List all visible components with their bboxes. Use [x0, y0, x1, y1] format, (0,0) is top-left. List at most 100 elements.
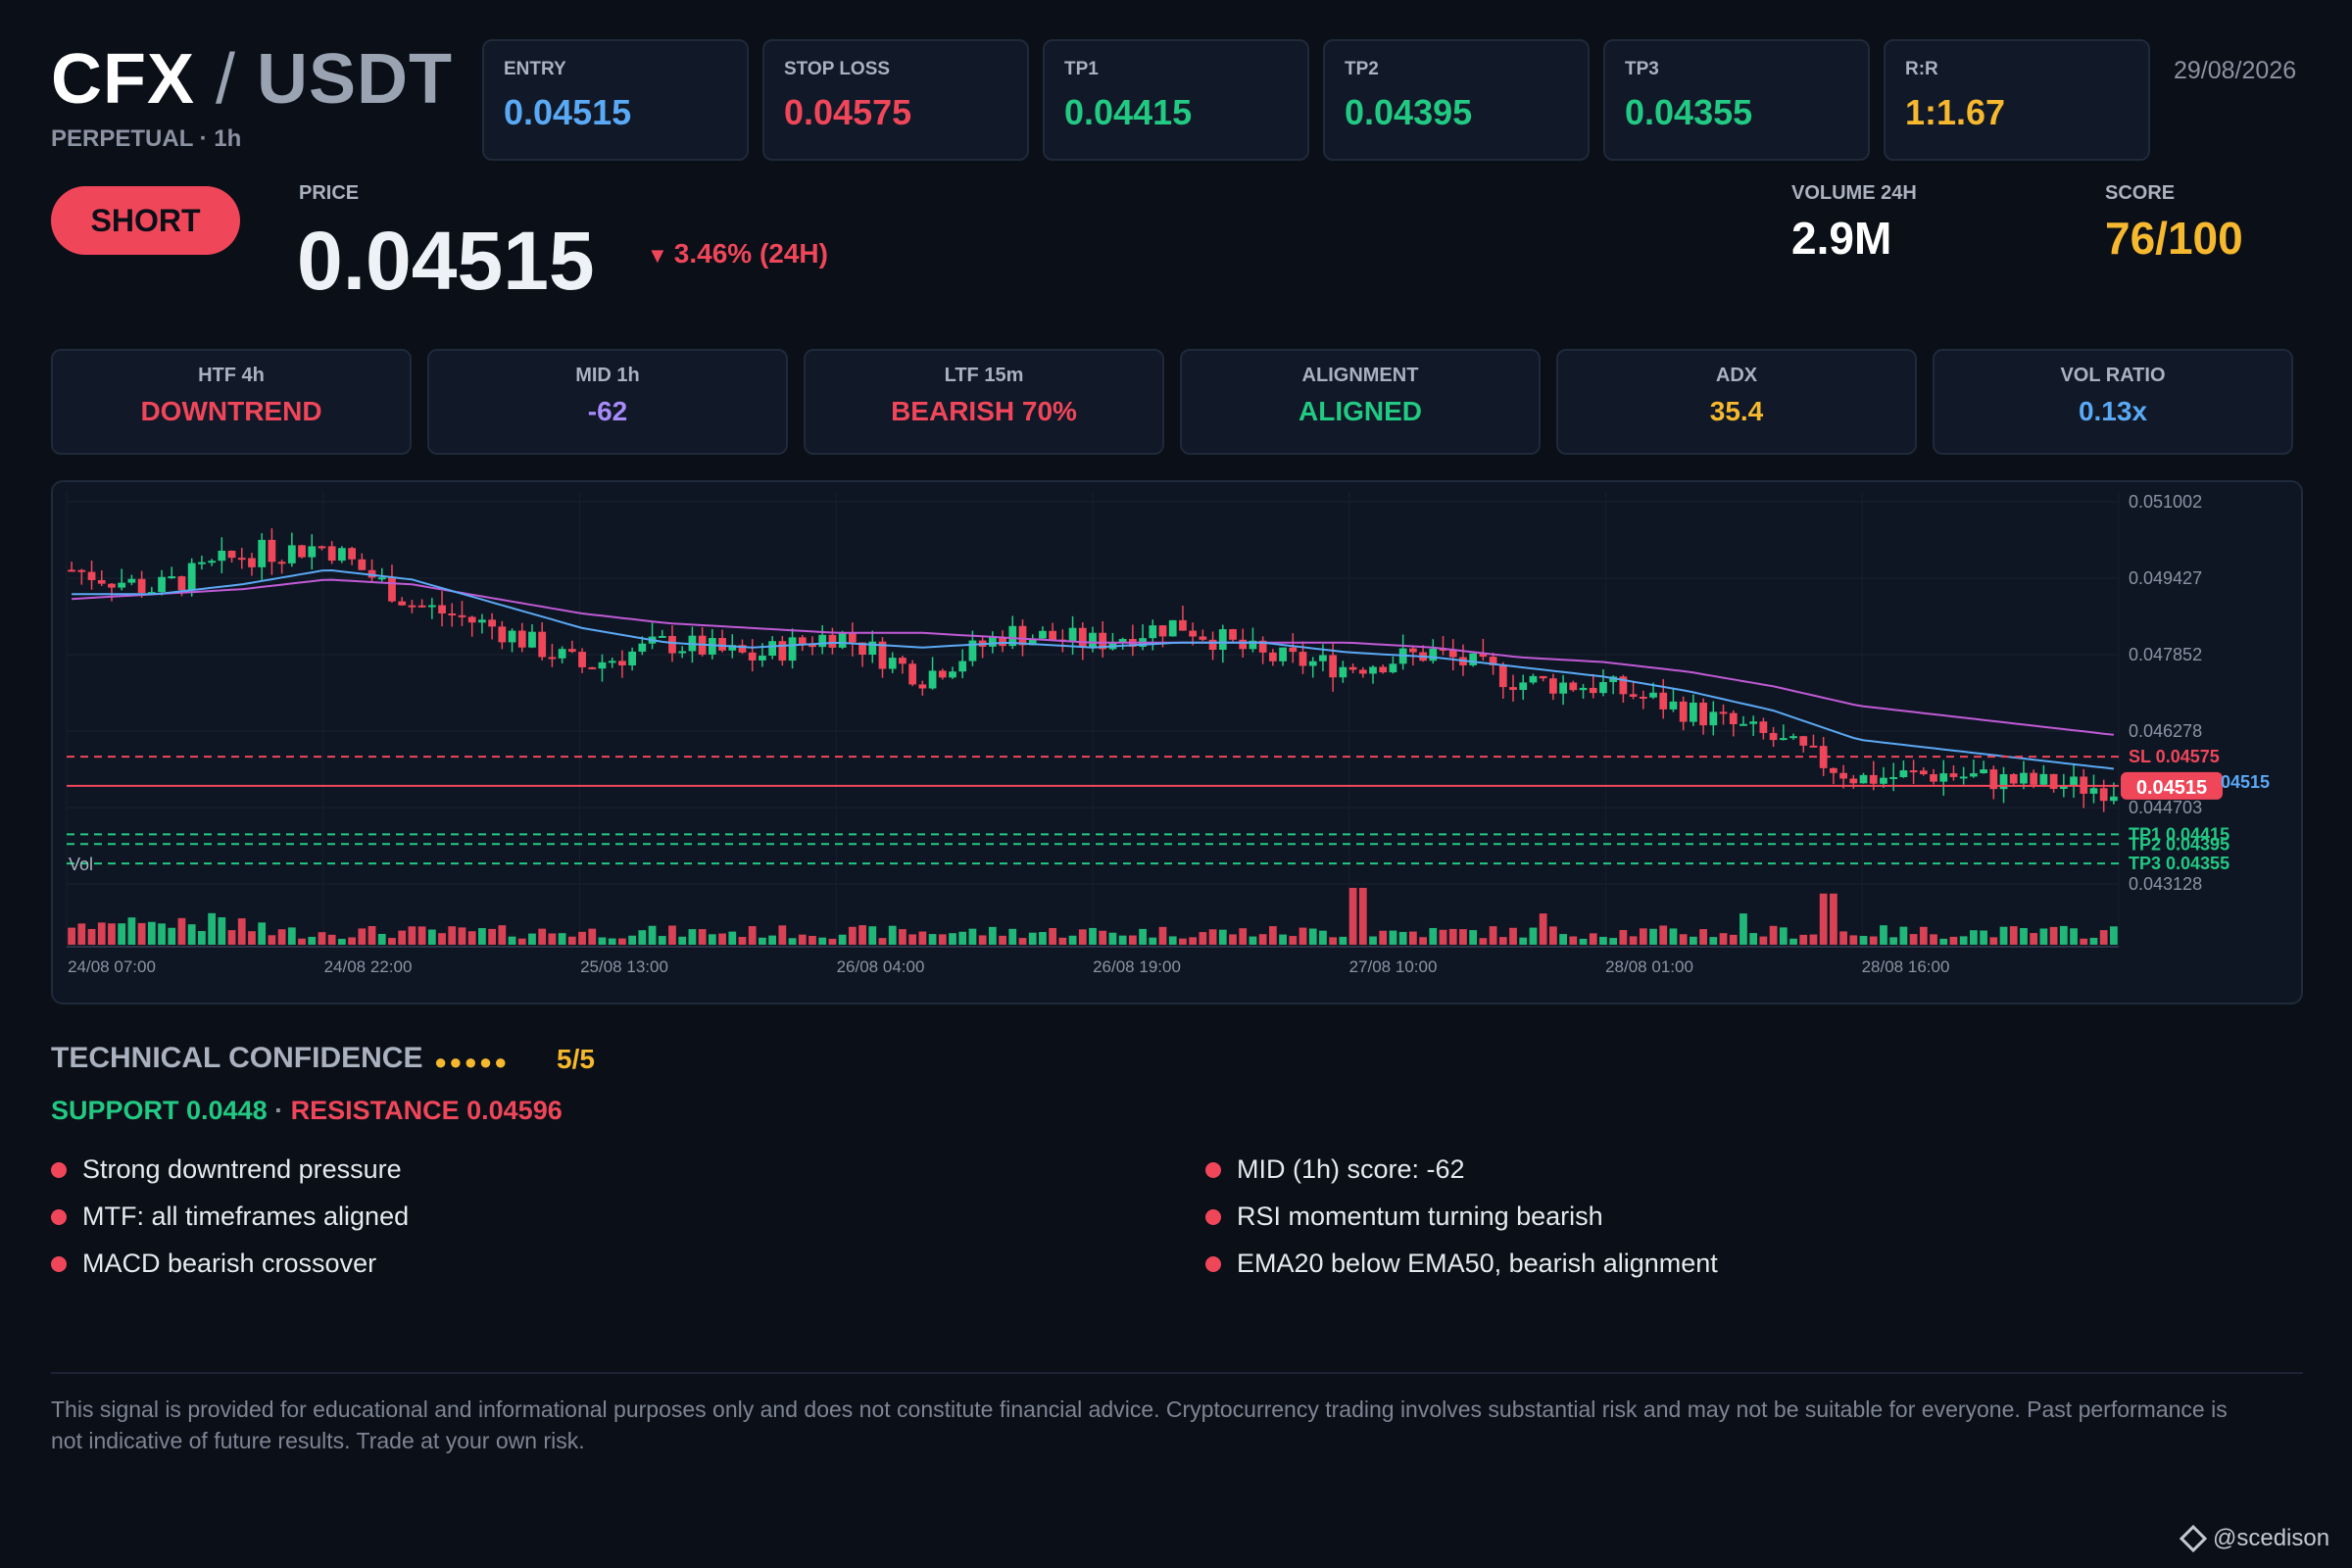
volume-bar	[1959, 936, 1968, 945]
volume-bar	[1709, 937, 1718, 945]
candle-body	[187, 563, 196, 591]
candle-body	[1408, 648, 1417, 653]
volume-bar	[1589, 933, 1597, 945]
candle-body	[1158, 625, 1167, 637]
volume-bar	[1679, 934, 1688, 945]
volume-bar	[1099, 930, 1107, 945]
candle-body	[888, 658, 897, 669]
volume-bar	[1939, 938, 1948, 945]
volume-bar	[227, 930, 236, 945]
indicator-mid: MID 1h -62	[427, 349, 788, 455]
candle-body	[1319, 655, 1327, 662]
bullet-icon	[51, 1255, 67, 1272]
candle-body	[1369, 666, 1377, 674]
candle-body	[1679, 701, 1688, 722]
brand-logo-icon	[2179, 1524, 2208, 1553]
volume-bar	[648, 925, 657, 945]
volume-bar	[1839, 931, 1847, 945]
volume-bar	[1068, 935, 1077, 945]
volume-bar	[118, 923, 126, 945]
volume-bar	[208, 912, 216, 945]
candle-body	[548, 657, 557, 660]
reason-item: EMA20 below EMA50, bearish alignment	[1205, 1249, 1718, 1279]
volume-bar	[958, 931, 967, 945]
candle-body	[778, 641, 787, 662]
volume-bar	[1439, 929, 1447, 945]
volume-bar	[708, 934, 716, 945]
candle-body	[1779, 738, 1788, 741]
candle-body	[528, 631, 536, 648]
volume-bar	[1930, 934, 1937, 945]
price-tick-label: 0.051002	[2129, 492, 2202, 512]
volume-bar	[978, 935, 987, 945]
bullet-icon	[51, 1208, 67, 1225]
candle-body	[1859, 774, 1868, 784]
candle-body	[1830, 767, 1838, 773]
volume-bar	[588, 928, 597, 945]
volume-bar	[1880, 925, 1887, 945]
candle-body	[1669, 701, 1678, 710]
volume-bar	[1609, 938, 1618, 945]
volume-bar	[237, 918, 246, 945]
candle-body	[1639, 696, 1647, 699]
volume-bar	[918, 931, 927, 945]
bullet-icon	[1205, 1255, 1221, 1272]
volume-bar	[277, 929, 286, 945]
volume-bar	[668, 925, 676, 945]
volume-bar	[1869, 936, 1878, 945]
volume-bar	[1149, 937, 1157, 945]
volume-bar	[1139, 928, 1147, 945]
candle-body	[988, 637, 997, 647]
candle-body	[1689, 702, 1697, 722]
indicator-mid-label: MID 1h	[575, 365, 640, 386]
volume-bar	[788, 938, 797, 945]
volume-bar	[1279, 934, 1287, 945]
candle-body	[908, 663, 917, 685]
volume-bar	[1158, 926, 1167, 945]
volume-bar	[908, 934, 917, 945]
volume-bar	[498, 925, 507, 945]
candle-body	[77, 569, 86, 572]
candle-body	[287, 545, 296, 564]
time-tick-label: 26/08 19:00	[1093, 957, 1181, 976]
price-chart[interactable]: SL 0.04575 0.04515 04515 TP1 0.04415 TP2 0.0…	[51, 480, 2303, 1004]
confidence-dots-icon: ●●●●●	[434, 1050, 510, 1074]
tp1-label: TP1	[1064, 59, 1099, 79]
candle-body	[538, 631, 547, 658]
candle-body	[618, 661, 626, 666]
candle-body	[177, 576, 186, 591]
indicator-adx-value: 35.4	[1709, 396, 1764, 426]
volume-bar	[137, 922, 146, 945]
candle-body	[1529, 675, 1538, 683]
volume-bar	[488, 928, 497, 945]
candle-body	[1930, 774, 1937, 782]
volume-bar	[2009, 926, 2018, 945]
price-tag-label: 0.04515	[2136, 777, 2207, 799]
reason-item: MACD bearish crossover	[51, 1249, 376, 1279]
volume-bar	[1899, 926, 1908, 945]
volume-bar	[1018, 938, 1027, 945]
candle-body	[718, 638, 726, 651]
volume-bar	[2089, 937, 2098, 945]
candle-body	[1809, 745, 1818, 748]
candle-body	[1348, 666, 1357, 670]
candlestick-chart-svg[interactable]: SL 0.045750.04515 04515TP1 0.04415TP2 0.0…	[53, 482, 2303, 1004]
level-line-label: SL 0.04575	[2129, 747, 2220, 766]
volume-bar	[1168, 936, 1177, 945]
candle-body	[578, 652, 586, 667]
volume-bar	[1639, 928, 1647, 945]
volume-bar	[828, 938, 837, 945]
tp3-value: 0.04355	[1625, 92, 1753, 132]
volume-bar	[1078, 929, 1087, 945]
volume-bar	[1289, 936, 1298, 945]
indicator-vol-ratio-label: VOL RATIO	[2060, 365, 2166, 386]
indicator-vol-ratio-value: 0.13x	[2078, 396, 2148, 426]
candle-body	[1389, 663, 1397, 673]
volume-bar	[698, 929, 707, 945]
volume-bar	[1629, 936, 1638, 945]
volume-bar	[1529, 927, 1538, 945]
volume-bar	[2030, 933, 2038, 945]
candle-body	[949, 671, 956, 678]
volume-bar	[448, 926, 457, 945]
candle-body	[1308, 661, 1317, 666]
